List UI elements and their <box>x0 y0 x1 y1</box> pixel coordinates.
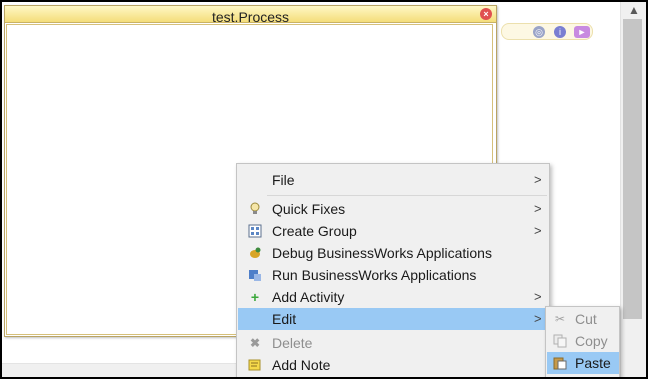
submenu-item-cut[interactable]: ✂ Cut <box>547 308 619 330</box>
menu-item-add-activity[interactable]: + Add Activity > <box>238 286 548 308</box>
plus-icon: + <box>250 289 260 305</box>
menu-item-label: Debug BusinessWorks Applications <box>272 245 492 261</box>
scroll-up-arrow-icon[interactable]: ▲ <box>624 2 644 18</box>
menu-item-label: Edit <box>272 311 297 327</box>
debug-icon <box>248 246 262 260</box>
run-icon <box>248 268 262 282</box>
submenu-item-label: Paste <box>575 355 611 371</box>
menu-item-create-group[interactable]: Create Group > <box>238 220 548 242</box>
paste-icon <box>553 356 567 370</box>
process-title: test.Process <box>211 9 290 23</box>
palette-info-icon[interactable]: i <box>554 26 566 38</box>
group-icon <box>248 224 262 238</box>
palette-arrow-icon[interactable]: ► <box>574 26 590 38</box>
menu-item-debug-bw[interactable]: Debug BusinessWorks Applications <box>238 242 548 264</box>
palette-toolbar: ◎ i ► <box>501 23 593 40</box>
submenu-item-label: Cut <box>575 311 597 327</box>
menu-item-label: Add Note <box>272 357 331 373</box>
note-icon <box>248 358 262 372</box>
submenu-arrow-icon: > <box>534 172 542 187</box>
submenu-item-label: Copy <box>575 333 608 349</box>
menu-item-file[interactable]: File > <box>238 169 548 191</box>
context-menu: File > Quick Fixes > Create Group > Debu… <box>236 163 550 379</box>
menu-item-add-note[interactable]: Add Note <box>238 354 548 376</box>
close-process-icon[interactable]: × <box>480 8 492 20</box>
menu-item-edit[interactable]: Edit > <box>238 308 548 330</box>
menu-item-label: Run BusinessWorks Applications <box>272 267 477 283</box>
delete-icon: ✖ <box>249 336 261 350</box>
submenu-item-paste[interactable]: Paste <box>547 352 619 374</box>
copy-icon <box>553 334 567 348</box>
submenu-arrow-icon: > <box>534 201 542 216</box>
process-title-bar[interactable]: test.Process <box>5 6 496 23</box>
menu-item-quick-fixes[interactable]: Quick Fixes > <box>238 198 548 220</box>
submenu-item-copy[interactable]: Copy <box>547 330 619 352</box>
menu-item-label: File <box>272 172 295 188</box>
submenu-arrow-icon: > <box>534 311 542 326</box>
menu-item-label: Delete <box>272 335 313 351</box>
menu-separator <box>267 195 547 196</box>
submenu-arrow-icon: > <box>534 223 542 238</box>
menu-item-label: Add Activity <box>272 289 345 305</box>
menu-item-label: Create Group <box>272 223 357 239</box>
scrollbar-thumb[interactable] <box>623 19 642 319</box>
menu-item-delete[interactable]: ✖ Delete <box>238 332 548 354</box>
menu-item-label: Quick Fixes <box>272 201 346 217</box>
vertical-scrollbar[interactable]: ▲ <box>620 2 646 377</box>
palette-globe-icon[interactable]: ◎ <box>533 26 545 38</box>
submenu-arrow-icon: > <box>534 289 542 304</box>
lightbulb-icon <box>248 202 262 216</box>
menu-item-run-bw[interactable]: Run BusinessWorks Applications <box>238 264 548 286</box>
edit-submenu: ✂ Cut Copy Paste <box>545 306 620 379</box>
scissors-icon: ✂ <box>554 312 566 326</box>
